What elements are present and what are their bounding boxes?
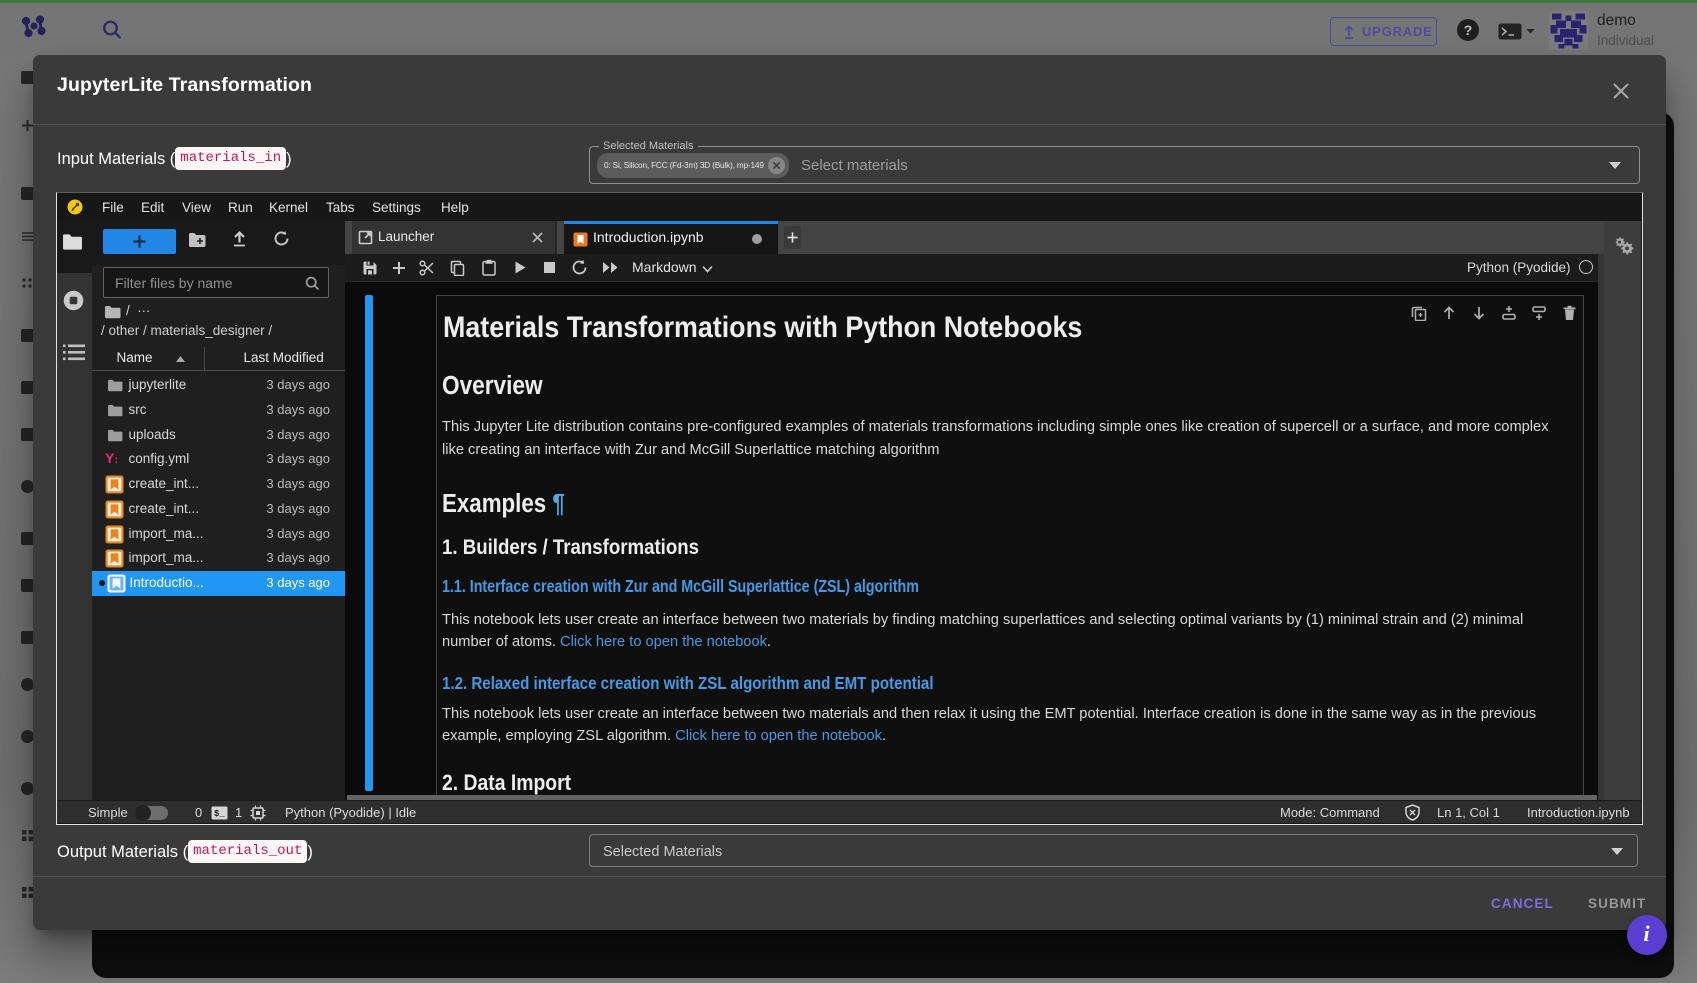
svg-text:$_: $_ — [214, 809, 225, 819]
